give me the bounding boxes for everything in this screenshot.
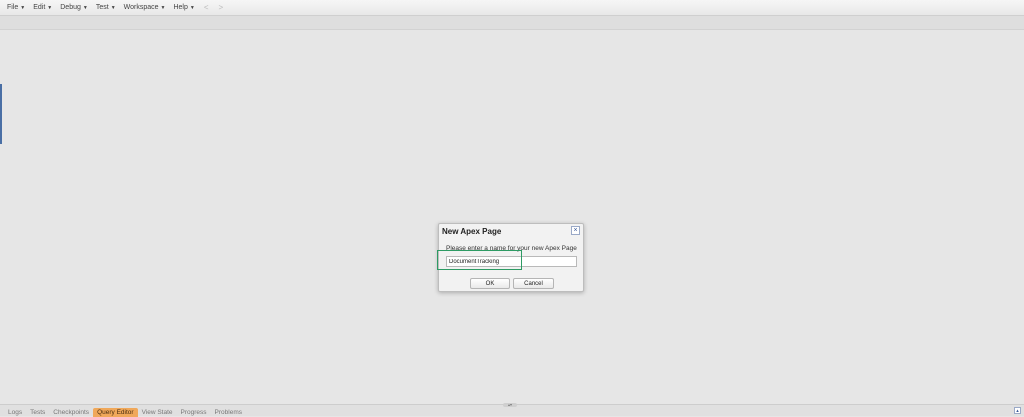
splitter-handle-icon[interactable]: ▴▾: [503, 403, 517, 407]
menu-test-label: Test: [95, 4, 109, 11]
menu-edit-label: Edit: [33, 4, 46, 11]
left-edge-indicator: [0, 84, 2, 144]
caret-down-icon: ▼: [160, 4, 166, 11]
caret-down-icon: ▼: [110, 4, 116, 11]
panel-toggle-icon[interactable]: ▴: [1014, 407, 1021, 414]
back-arrow-icon[interactable]: <: [199, 3, 214, 12]
menu-test[interactable]: Test ▼: [92, 4, 120, 11]
caret-down-icon: ▼: [189, 4, 195, 11]
dialog-prompt: Please enter a name for your new Apex Pa…: [446, 245, 577, 252]
menu-workspace[interactable]: Workspace ▼: [120, 4, 170, 11]
caret-down-icon: ▼: [47, 4, 53, 11]
menubar: File ▼ Edit ▼ Debug ▼ Test ▼ Workspace ▼…: [0, 0, 1024, 16]
menu-help[interactable]: Help ▼: [169, 4, 198, 11]
caret-down-icon: ▼: [82, 4, 88, 11]
close-icon[interactable]: ×: [571, 226, 580, 235]
editor-tab-strip: [0, 16, 1024, 30]
cancel-button[interactable]: Cancel: [513, 278, 554, 289]
menu-help-label: Help: [173, 4, 188, 11]
menu-debug[interactable]: Debug ▼: [56, 4, 92, 11]
new-apex-page-dialog: New Apex Page × Please enter a name for …: [438, 223, 584, 292]
menu-edit[interactable]: Edit ▼: [29, 4, 56, 11]
menu-debug-label: Debug: [60, 4, 81, 11]
dialog-title: New Apex Page: [442, 227, 502, 236]
caret-down-icon: ▼: [20, 4, 26, 11]
menu-file[interactable]: File ▼: [0, 4, 29, 11]
forward-arrow-icon[interactable]: >: [214, 3, 229, 12]
bottom-panel: ▴▾ Logs Tests Checkpoints Query Editor V…: [0, 403, 1024, 417]
ok-button[interactable]: OK: [470, 278, 510, 289]
page-name-input[interactable]: [446, 256, 577, 267]
editor-workspace: [2, 30, 1022, 404]
menu-file-label: File: [7, 4, 19, 11]
menu-workspace-label: Workspace: [123, 4, 159, 11]
